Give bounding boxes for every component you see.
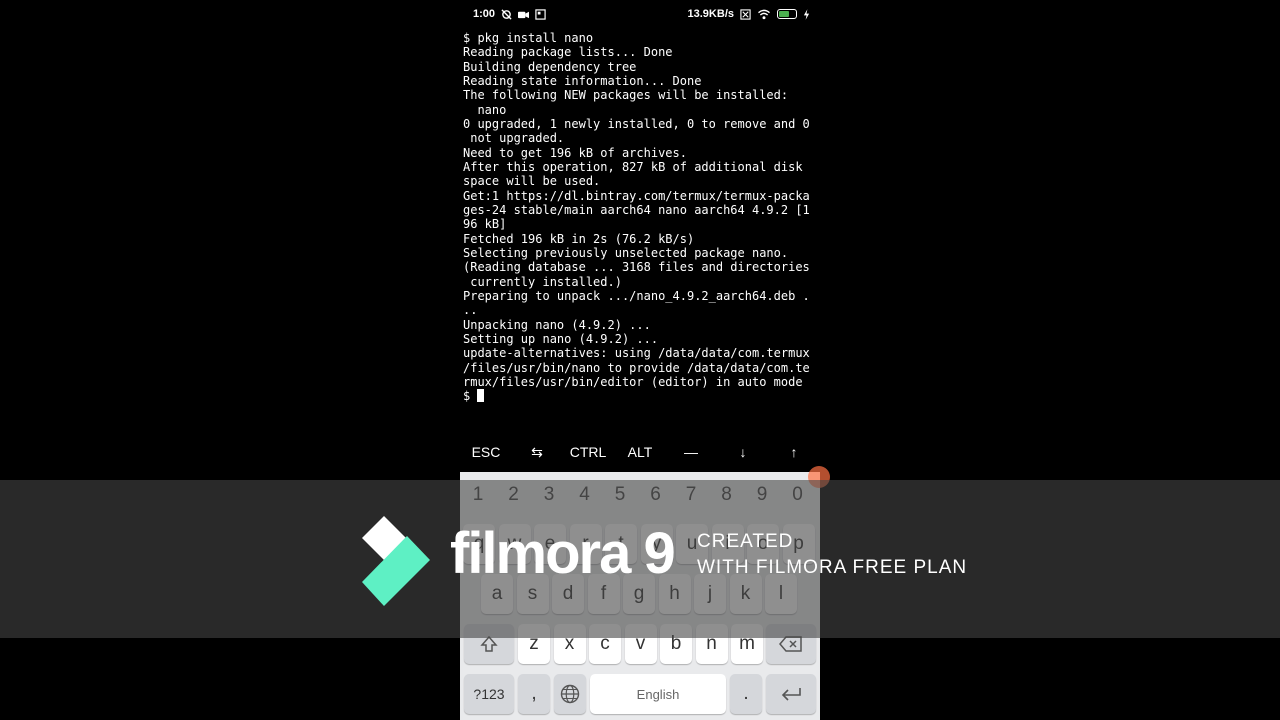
terminal-line: Need to get 196 kB of archives. (463, 145, 687, 160)
symbols-key[interactable]: ?123 (464, 674, 514, 714)
terminal-line: (Reading database ... 3168 files and dir… (463, 260, 810, 275)
terminal-line: 0 upgraded, 1 newly installed, 0 to remo… (463, 116, 810, 131)
battery-icon (777, 9, 797, 19)
terminal-line: Reading package lists... Done (463, 45, 673, 60)
arrow-down-key[interactable]: ↓ (717, 444, 769, 460)
prompt-symbol: $ (463, 389, 478, 404)
text-cursor (477, 389, 485, 403)
tab-key[interactable]: ⇆ (511, 444, 563, 461)
watermark-brand: filmora 9 (450, 521, 676, 586)
terminal-line: space will be used. (463, 174, 601, 189)
dash-key[interactable]: — (665, 444, 717, 460)
terminal-line: ges-24 stable/main aarch64 nano aarch64 … (463, 202, 810, 217)
network-speed: 13.9KB/s (687, 8, 734, 20)
filmora-logo-icon (362, 516, 430, 606)
terminal-line: After this operation, 827 kB of addition… (463, 159, 803, 174)
enter-icon (781, 688, 801, 701)
terminal-line: 96 kB] (463, 217, 507, 232)
period-key[interactable]: . (730, 674, 762, 714)
backspace-icon (779, 636, 802, 652)
wifi-call-icon (501, 8, 512, 20)
terminal-line: The following NEW packages will be insta… (463, 88, 789, 103)
terminal-prompt: $ (463, 389, 819, 403)
status-bar: 1:00 13.9KB/s (460, 0, 820, 28)
terminal-line: /files/usr/bin/nano to provide /data/dat… (463, 360, 810, 375)
terminal-line: Preparing to unpack .../nano_4.9.2_aarch… (463, 288, 810, 303)
space-bar[interactable]: English (590, 674, 726, 714)
terminal-line: Get:1 https://dl.bintray.com/termux/term… (463, 188, 810, 203)
extra-keys-bar: ESC ⇆ CTRL ALT — ↓ ↑ (460, 438, 820, 468)
terminal-output[interactable]: $ pkg install nano Reading package lists.… (463, 31, 819, 404)
terminal-line: Fetched 196 kB in 2s (76.2 kB/s) (463, 231, 695, 246)
terminal-line: .. (463, 303, 478, 318)
terminal-line: nano (463, 102, 507, 117)
terminal-line: rmux/files/usr/bin/editor (editor) in au… (463, 374, 803, 389)
ctrl-key[interactable]: CTRL (562, 444, 614, 460)
esc-key[interactable]: ESC (460, 444, 512, 460)
arrow-up-key[interactable]: ↑ (768, 444, 820, 460)
alt-key[interactable]: ALT (614, 444, 666, 460)
enter-key[interactable] (766, 674, 816, 714)
terminal-line: Reading state information... Done (463, 73, 702, 88)
terminal-line: Unpacking nano (4.9.2) ... (463, 317, 651, 332)
terminal-line: Building dependency tree (463, 59, 637, 74)
keyboard-row-bottom: ?123 , English . (460, 672, 820, 716)
terminal-line: $ pkg install nano (463, 31, 594, 45)
terminal-line: Setting up nano (4.9.2) ... (463, 331, 659, 346)
clock: 1:00 (473, 8, 496, 20)
sim-icon (740, 8, 751, 20)
terminal-line: not upgraded. (463, 131, 565, 146)
wifi-icon (758, 9, 770, 19)
comma-key[interactable]: , (518, 674, 550, 714)
watermark-caption-line2: WITH FILMORA FREE PLAN (697, 557, 968, 578)
language-key[interactable] (554, 674, 586, 714)
video-icon (518, 11, 530, 18)
watermark-caption-line1: CREATED (697, 531, 794, 552)
terminal-line: currently installed.) (463, 274, 622, 289)
charging-icon (803, 8, 810, 20)
image-icon (535, 8, 546, 20)
terminal-line: Selecting previously unselected package … (463, 245, 789, 260)
terminal-line: update-alternatives: using /data/data/co… (463, 346, 810, 361)
globe-icon (560, 684, 580, 704)
